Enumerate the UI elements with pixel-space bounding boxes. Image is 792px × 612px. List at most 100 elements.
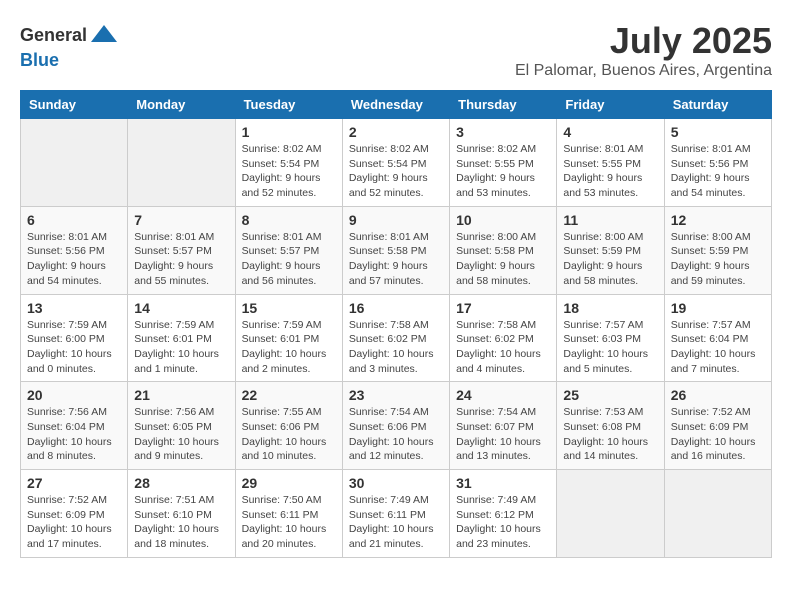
calendar-week-2: 6 Sunrise: 8:01 AMSunset: 5:56 PMDaylight… xyxy=(21,206,772,294)
calendar-cell: 4Sunrise: 8:01 AMSunset: 5:55 PMDaylight… xyxy=(557,119,664,207)
calendar-table: SundayMondayTuesdayWednesdayThursdayFrid… xyxy=(20,90,772,558)
day-detail: Sunrise: 7:57 AMSunset: 6:03 PMDaylight:… xyxy=(563,318,657,377)
day-detail: Sunrise: 8:02 AMSunset: 5:54 PMDaylight:… xyxy=(349,142,443,201)
day-number: 20 xyxy=(27,387,121,403)
day-detail: Sunrise: 8:01 AMSunset: 5:57 PMDaylight:… xyxy=(242,230,336,289)
day-number: 3 xyxy=(456,124,550,140)
day-detail: Sunrise: 7:59 AMSunset: 6:01 PMDaylight:… xyxy=(134,318,228,377)
day-detail: Sunrise: 7:54 AMSunset: 6:06 PMDaylight:… xyxy=(349,405,443,464)
day-number: 2 xyxy=(349,124,443,140)
calendar-cell: 10Sunrise: 8:00 AMSunset: 5:58 PMDayligh… xyxy=(450,206,557,294)
calendar-header-row: SundayMondayTuesdayWednesdayThursdayFrid… xyxy=(21,91,772,119)
calendar-cell: 29 Sunrise: 7:50 AMSunset: 6:11 PMDayligh… xyxy=(235,470,342,558)
day-number: 11 xyxy=(563,212,657,228)
day-header-friday: Friday xyxy=(557,91,664,119)
calendar-cell: 12Sunrise: 8:00 AMSunset: 5:59 PMDayligh… xyxy=(664,206,771,294)
day-detail: Sunrise: 8:01 AMSunset: 5:56 PMDaylight:… xyxy=(671,142,765,201)
day-number: 23 xyxy=(349,387,443,403)
logo-blue-text: Blue xyxy=(20,50,59,70)
day-detail: Sunrise: 7:49 AMSunset: 6:11 PMDaylight:… xyxy=(349,493,443,552)
day-number: 1 xyxy=(242,124,336,140)
day-detail: Sunrise: 8:01 AMSunset: 5:57 PMDaylight:… xyxy=(134,230,228,289)
day-header-sunday: Sunday xyxy=(21,91,128,119)
title-block: July 2025 El Palomar, Buenos Aires, Arge… xyxy=(515,20,772,80)
day-detail: Sunrise: 7:58 AMSunset: 6:02 PMDaylight:… xyxy=(349,318,443,377)
day-header-thursday: Thursday xyxy=(450,91,557,119)
calendar-cell: 20 Sunrise: 7:56 AMSunset: 6:04 PMDayligh… xyxy=(21,382,128,470)
day-detail: Sunrise: 7:51 AMSunset: 6:10 PMDaylight:… xyxy=(134,493,228,552)
calendar-cell: 30 Sunrise: 7:49 AMSunset: 6:11 PMDayligh… xyxy=(342,470,449,558)
day-number: 25 xyxy=(563,387,657,403)
calendar-cell: 28 Sunrise: 7:51 AMSunset: 6:10 PMDayligh… xyxy=(128,470,235,558)
calendar-cell: 9Sunrise: 8:01 AMSunset: 5:58 PMDaylight… xyxy=(342,206,449,294)
calendar-cell: 5 Sunrise: 8:01 AMSunset: 5:56 PMDaylight… xyxy=(664,119,771,207)
calendar-cell: 15Sunrise: 7:59 AMSunset: 6:01 PMDayligh… xyxy=(235,294,342,382)
calendar-cell: 18Sunrise: 7:57 AMSunset: 6:03 PMDayligh… xyxy=(557,294,664,382)
day-detail: Sunrise: 7:52 AMSunset: 6:09 PMDaylight:… xyxy=(27,493,121,552)
day-number: 24 xyxy=(456,387,550,403)
calendar-cell: 22Sunrise: 7:55 AMSunset: 6:06 PMDayligh… xyxy=(235,382,342,470)
calendar-cell: 6 Sunrise: 8:01 AMSunset: 5:56 PMDaylight… xyxy=(21,206,128,294)
calendar-cell: 31 Sunrise: 7:49 AMSunset: 6:12 PMDayligh… xyxy=(450,470,557,558)
calendar-cell: 1Sunrise: 8:02 AMSunset: 5:54 PMDaylight… xyxy=(235,119,342,207)
day-detail: Sunrise: 7:53 AMSunset: 6:08 PMDaylight:… xyxy=(563,405,657,464)
calendar-cell: 3 Sunrise: 8:02 AMSunset: 5:55 PMDaylight… xyxy=(450,119,557,207)
day-number: 22 xyxy=(242,387,336,403)
day-number: 8 xyxy=(242,212,336,228)
calendar-cell: 17Sunrise: 7:58 AMSunset: 6:02 PMDayligh… xyxy=(450,294,557,382)
calendar-cell: 14 Sunrise: 7:59 AMSunset: 6:01 PMDayligh… xyxy=(128,294,235,382)
calendar-cell: 11 Sunrise: 8:00 AMSunset: 5:59 PMDayligh… xyxy=(557,206,664,294)
day-detail: Sunrise: 8:01 AMSunset: 5:56 PMDaylight:… xyxy=(27,230,121,289)
calendar-week-5: 27 Sunrise: 7:52 AMSunset: 6:09 PMDayligh… xyxy=(21,470,772,558)
logo-icon xyxy=(89,20,119,50)
day-detail: Sunrise: 7:52 AMSunset: 6:09 PMDaylight:… xyxy=(671,405,765,464)
calendar-cell: 2 Sunrise: 8:02 AMSunset: 5:54 PMDaylight… xyxy=(342,119,449,207)
calendar-cell: 21Sunrise: 7:56 AMSunset: 6:05 PMDayligh… xyxy=(128,382,235,470)
calendar-cell xyxy=(21,119,128,207)
day-header-monday: Monday xyxy=(128,91,235,119)
calendar-cell: 19Sunrise: 7:57 AMSunset: 6:04 PMDayligh… xyxy=(664,294,771,382)
day-detail: Sunrise: 8:00 AMSunset: 5:59 PMDaylight:… xyxy=(563,230,657,289)
day-detail: Sunrise: 7:49 AMSunset: 6:12 PMDaylight:… xyxy=(456,493,550,552)
day-detail: Sunrise: 7:54 AMSunset: 6:07 PMDaylight:… xyxy=(456,405,550,464)
day-detail: Sunrise: 7:50 AMSunset: 6:11 PMDaylight:… xyxy=(242,493,336,552)
day-number: 31 xyxy=(456,475,550,491)
day-detail: Sunrise: 7:56 AMSunset: 6:04 PMDaylight:… xyxy=(27,405,121,464)
day-number: 28 xyxy=(134,475,228,491)
calendar-cell xyxy=(557,470,664,558)
day-number: 6 xyxy=(27,212,121,228)
day-number: 30 xyxy=(349,475,443,491)
calendar-cell: 24 Sunrise: 7:54 AMSunset: 6:07 PMDayligh… xyxy=(450,382,557,470)
calendar-cell: 25 Sunrise: 7:53 AMSunset: 6:08 PMDayligh… xyxy=(557,382,664,470)
logo: General Blue xyxy=(20,20,119,71)
calendar-cell: 26 Sunrise: 7:52 AMSunset: 6:09 PMDayligh… xyxy=(664,382,771,470)
day-number: 4 xyxy=(563,124,657,140)
day-number: 27 xyxy=(27,475,121,491)
logo-general-text: General xyxy=(20,25,87,46)
day-number: 16 xyxy=(349,300,443,316)
location-subtitle: El Palomar, Buenos Aires, Argentina xyxy=(515,62,772,80)
day-number: 14 xyxy=(134,300,228,316)
day-detail: Sunrise: 7:57 AMSunset: 6:04 PMDaylight:… xyxy=(671,318,765,377)
day-detail: Sunrise: 8:00 AMSunset: 5:59 PMDaylight:… xyxy=(671,230,765,289)
calendar-cell xyxy=(664,470,771,558)
day-number: 29 xyxy=(242,475,336,491)
day-detail: Sunrise: 7:59 AMSunset: 6:00 PMDaylight:… xyxy=(27,318,121,377)
day-detail: Sunrise: 7:56 AMSunset: 6:05 PMDaylight:… xyxy=(134,405,228,464)
calendar-cell xyxy=(128,119,235,207)
calendar-cell: 7 Sunrise: 8:01 AMSunset: 5:57 PMDaylight… xyxy=(128,206,235,294)
day-number: 7 xyxy=(134,212,228,228)
day-header-tuesday: Tuesday xyxy=(235,91,342,119)
day-number: 26 xyxy=(671,387,765,403)
calendar-cell: 27 Sunrise: 7:52 AMSunset: 6:09 PMDayligh… xyxy=(21,470,128,558)
calendar-cell: 16 Sunrise: 7:58 AMSunset: 6:02 PMDayligh… xyxy=(342,294,449,382)
day-number: 17 xyxy=(456,300,550,316)
day-number: 5 xyxy=(671,124,765,140)
calendar-cell: 8 Sunrise: 8:01 AMSunset: 5:57 PMDaylight… xyxy=(235,206,342,294)
calendar-cell: 13 Sunrise: 7:59 AMSunset: 6:00 PMDayligh… xyxy=(21,294,128,382)
day-detail: Sunrise: 8:02 AMSunset: 5:55 PMDaylight:… xyxy=(456,142,550,201)
day-header-wednesday: Wednesday xyxy=(342,91,449,119)
day-number: 9 xyxy=(349,212,443,228)
calendar-week-1: 1 Sunrise: 8:02 AMSunset: 5:54 PMDaylight… xyxy=(21,119,772,207)
day-number: 13 xyxy=(27,300,121,316)
